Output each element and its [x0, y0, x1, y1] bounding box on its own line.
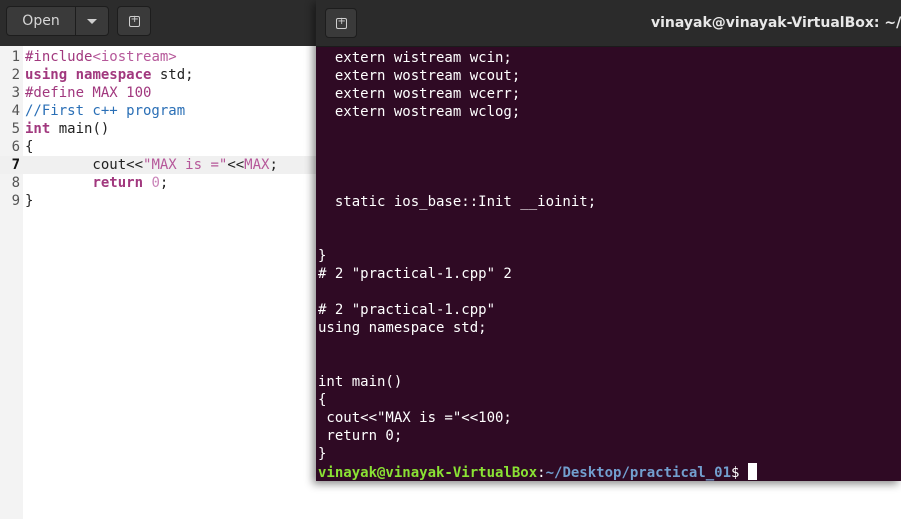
code-token: ; [159, 175, 169, 191]
code-line[interactable]: 4 //First c++ program [0, 102, 316, 120]
code-text: return 0; [25, 174, 168, 192]
chevron-down-icon [87, 18, 97, 24]
code-token: { [25, 139, 34, 155]
code-line[interactable]: 2 using namespace std; [0, 66, 316, 84]
terminal-new-tab-button[interactable] [325, 8, 357, 38]
terminal-line: cout<<"MAX is ="<<100; [318, 410, 512, 426]
code-token: int [25, 121, 51, 137]
terminal-window[interactable]: vinayak@vinayak-VirtualBox: ~/Des extern… [316, 0, 901, 481]
code-token: main() [50, 121, 110, 137]
terminal-output[interactable]: extern wistream wcin; extern wostream wc… [316, 47, 901, 481]
code-token: std; [151, 67, 194, 83]
line-number: 5 [11, 121, 20, 137]
code-token: using [25, 67, 68, 83]
new-tab-icon [335, 16, 347, 29]
code-text: cout<<"MAX is ="<<MAX; [25, 156, 278, 174]
terminal-line: # 2 "practical-1.cpp" [318, 302, 496, 318]
new-tab-icon [128, 14, 140, 27]
code-text: using namespace std; [25, 66, 194, 84]
code-token: #define MAX 100 [25, 85, 152, 101]
code-text: } [25, 192, 33, 210]
terminal-line: } [318, 446, 327, 462]
line-number: 3 [11, 85, 20, 101]
terminal-line: { [318, 392, 327, 408]
code-line[interactable]: 5 int main() [0, 120, 316, 138]
code-text: //First c++ program [25, 102, 185, 120]
terminal-line: static ios_base::Init __ioinit; [318, 194, 597, 210]
line-number: 2 [11, 67, 20, 83]
terminal-line: return 0; [318, 428, 403, 444]
code-token: #include [25, 49, 93, 65]
code-token: << [227, 157, 245, 173]
line-number: 1 [11, 49, 20, 65]
prompt-user: vinayak@vinayak-VirtualBox [318, 465, 538, 481]
terminal-prompt[interactable]: vinayak@vinayak-VirtualBox:~/Desktop/pra… [318, 463, 758, 481]
code-token: 0 [151, 175, 160, 191]
terminal-line: } [318, 248, 327, 264]
terminal-title: vinayak@vinayak-VirtualBox: ~/Des [651, 15, 901, 31]
terminal-line: using namespace std; [318, 320, 487, 336]
code-text: { [25, 138, 33, 156]
line-number: 7 [11, 157, 20, 173]
line-number: 9 [11, 193, 20, 209]
terminal-line: extern wistream wcin; [318, 50, 512, 66]
code-token: "MAX is =" [143, 157, 228, 173]
code-line[interactable]: 8 return 0; [0, 174, 316, 192]
prompt-path: ~/Desktop/practical_01 [545, 465, 732, 481]
code-token: ; [269, 157, 278, 173]
terminal-line: int main() [318, 374, 403, 390]
code-line[interactable]: 9} [0, 192, 316, 210]
code-line[interactable]: 3 #define MAX 100 [0, 84, 316, 102]
terminal-line: extern wostream wcerr; [318, 86, 521, 102]
code-line[interactable]: 7 cout<<"MAX is ="<<MAX; [0, 156, 316, 174]
terminal-line: extern wostream wclog; [318, 104, 521, 120]
code-line[interactable]: 1 #include<iostream> [0, 48, 316, 66]
terminal-line: # 2 "practical-1.cpp" 2 [318, 266, 512, 282]
terminal-headerbar: vinayak@vinayak-VirtualBox: ~/Des [316, 0, 901, 47]
line-number: 4 [11, 103, 20, 119]
open-button[interactable]: Open [6, 6, 76, 36]
open-button-label: Open [22, 13, 60, 29]
code-text: int main() [25, 120, 109, 138]
new-tab-button[interactable] [117, 6, 151, 36]
terminal-line: extern wostream wcout; [318, 68, 521, 84]
code-text: #include<iostream> [25, 48, 177, 66]
prompt-dollar: $ [731, 465, 740, 481]
code-text: #define MAX 100 [25, 84, 151, 102]
terminal-cursor [748, 463, 758, 480]
code-token: MAX [244, 157, 270, 173]
code-token: } [25, 193, 34, 209]
code-editor[interactable]: 1 #include<iostream> 2 using namespace std;… [0, 46, 316, 519]
prompt-colon: : [537, 465, 546, 481]
code-token: namespace [75, 67, 152, 83]
code-token: return [92, 175, 144, 191]
code-token: //First c++ program [25, 103, 186, 119]
line-number: 6 [11, 139, 20, 155]
code-line[interactable]: 6{ [0, 138, 316, 156]
code-token: <iostream> [92, 49, 177, 65]
open-menu-button[interactable] [75, 6, 109, 36]
line-number: 8 [11, 175, 20, 191]
code-token: cout<< [25, 157, 144, 173]
